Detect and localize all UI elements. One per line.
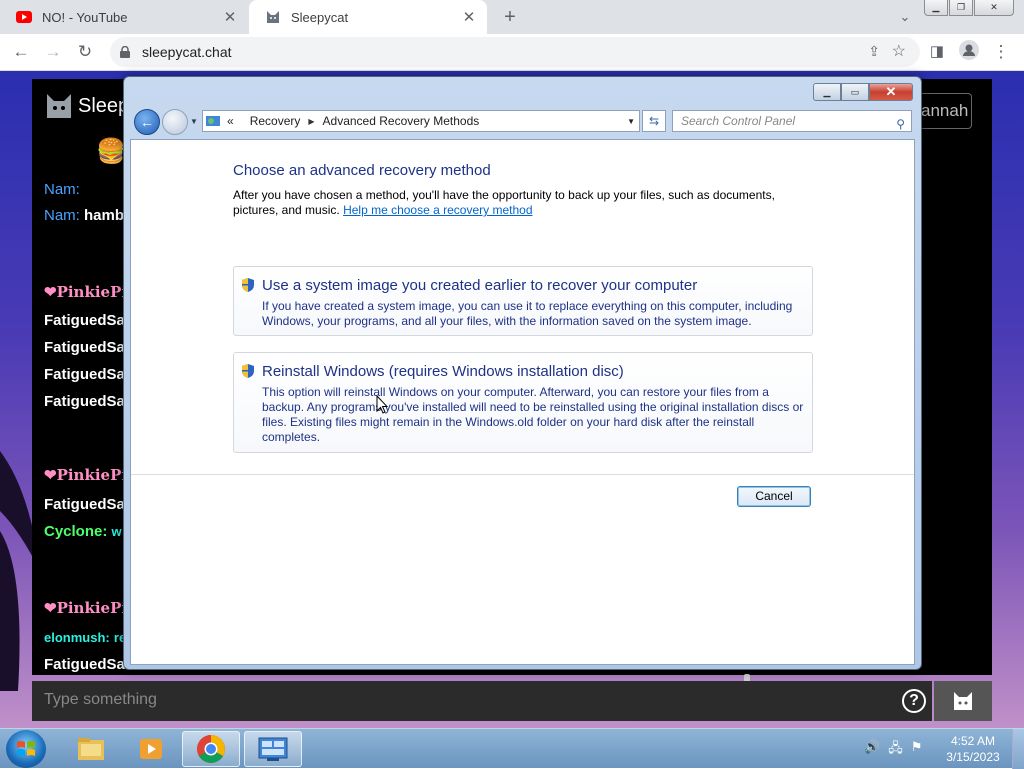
- tab-search-chevron-icon[interactable]: ⌄: [894, 6, 916, 28]
- help-icon[interactable]: ?: [902, 689, 926, 713]
- chat-message: Nam:: [44, 181, 80, 198]
- show-desktop-button[interactable]: [1012, 729, 1024, 769]
- chrome-icon: [197, 735, 225, 763]
- chat-message: FatiguedSa: [44, 312, 125, 329]
- option-description: This option will reinstall Windows on yo…: [262, 385, 804, 444]
- brand-name: Sleep: [78, 95, 130, 117]
- media-player-icon: [140, 739, 162, 759]
- sidepanel-icon[interactable]: ◨: [924, 40, 950, 64]
- lock-icon: [120, 45, 134, 59]
- system-tray: 🔊 🖧 ⚑: [864, 739, 922, 761]
- option-title: Reinstall Windows (requires Windows inst…: [262, 363, 624, 380]
- breadcrumb[interactable]: « Recovery ▶ Advanced Recovery Methods ▼: [202, 110, 640, 132]
- network-icon[interactable]: 🖧: [888, 739, 903, 761]
- chat-message: Nam: hamb: [44, 207, 125, 224]
- taskbar-chrome-button[interactable]: [182, 731, 240, 767]
- dialog-minimize-button[interactable]: ▁: [813, 83, 841, 101]
- cancel-button[interactable]: Cancel: [737, 486, 811, 507]
- hamburger-emoji-icon: 🍔: [96, 138, 126, 165]
- refresh-icon[interactable]: ⇆: [642, 110, 666, 132]
- chat-input-placeholder: Type something: [44, 691, 157, 708]
- dialog-maximize-button[interactable]: ▭: [841, 83, 869, 101]
- clock-time: 4:52 AM: [950, 734, 996, 748]
- chat-input[interactable]: Type something ?: [32, 681, 932, 721]
- close-window-button[interactable]: ✕: [974, 0, 1014, 16]
- address-dropdown-icon[interactable]: ▼: [627, 117, 635, 126]
- reload-icon[interactable]: ↻: [72, 40, 98, 64]
- chat-message: FatiguedSa: [44, 366, 125, 383]
- control-panel-icon: [205, 112, 223, 130]
- uac-shield-icon: [242, 364, 254, 378]
- clock-date: 3/15/2023: [946, 750, 1000, 764]
- control-panel-icon: [258, 737, 288, 761]
- minimize-button[interactable]: ▁: [924, 0, 948, 16]
- chat-message: FatiguedSa: [44, 393, 125, 410]
- new-tab-button[interactable]: +: [497, 4, 523, 30]
- close-tab-icon[interactable]: ✕: [218, 8, 242, 26]
- forward-arrow-icon[interactable]: [162, 109, 188, 135]
- chat-message: FatiguedSa: [44, 339, 125, 356]
- page-description: After you have chosen a method, you'll h…: [233, 188, 775, 217]
- folder-icon: [78, 738, 104, 760]
- mouse-cursor-icon: [376, 395, 388, 414]
- option-title: Use a system image you created earlier t…: [262, 277, 698, 294]
- window-controls: ▁ ❐ ✕: [924, 0, 1014, 16]
- option-system-image[interactable]: Use a system image you created earlier t…: [233, 266, 813, 336]
- taskbar-mediaplayer-button[interactable]: [122, 731, 180, 767]
- menu-kebab-icon[interactable]: ⋮: [988, 40, 1014, 64]
- start-button[interactable]: [6, 730, 46, 768]
- close-tab-icon[interactable]: ✕: [457, 8, 481, 26]
- clock[interactable]: 4:52 AM 3/15/2023: [942, 733, 1004, 765]
- action-center-flag-icon[interactable]: ⚑: [911, 739, 923, 761]
- breadcrumb-recovery[interactable]: Recovery: [250, 114, 301, 128]
- youtube-icon: [16, 9, 32, 25]
- recent-pages-dropdown-icon[interactable]: ▼: [190, 117, 198, 126]
- taskbar: 🔊 🖧 ⚑ 4:52 AM 3/15/2023: [0, 728, 1024, 769]
- chat-message: Cyclone: w: [44, 523, 122, 540]
- explorer-navbar: ← ▼ « Recovery ▶ Advanced Recovery Metho…: [132, 108, 915, 136]
- dialog-window-controls: ▁ ▭ ✕: [813, 83, 913, 101]
- profile-avatar-icon[interactable]: [956, 40, 982, 64]
- volume-icon[interactable]: 🔊: [864, 739, 880, 761]
- restore-button[interactable]: ❐: [949, 0, 973, 16]
- taskbar-explorer-button[interactable]: [62, 731, 120, 767]
- breadcrumb-overflow-icon[interactable]: «: [227, 114, 234, 128]
- cat-send-button[interactable]: [934, 681, 992, 721]
- browser-tabstrip: NO! - YouTube ✕ Sleepycat ✕ + ⌄ ▁ ❐ ✕: [0, 0, 1024, 34]
- browser-toolbar: ← → ↻ sleepycat.chat ⇪ ☆ ◨ ⋮: [0, 34, 1024, 71]
- search-input[interactable]: Search Control Panel ⚲: [672, 110, 912, 132]
- back-arrow-icon[interactable]: ←: [8, 40, 34, 64]
- dialog-close-button[interactable]: ✕: [869, 83, 913, 101]
- taskbar-control-panel-button[interactable]: [244, 731, 302, 767]
- recovery-dialog: ▁ ▭ ✕ ← ▼ « Recovery ▶ Advanced Recovery…: [123, 76, 922, 670]
- tab-youtube[interactable]: NO! - YouTube ✕: [0, 0, 248, 34]
- divider: [131, 474, 914, 475]
- chat-message: FatiguedSa: [44, 656, 125, 673]
- chat-message: elonmush: re: [44, 630, 127, 645]
- uac-shield-icon: [242, 278, 254, 292]
- bookmark-star-icon[interactable]: ☆: [892, 41, 906, 61]
- tab-sleepycat[interactable]: Sleepycat ✕: [249, 0, 487, 34]
- forward-arrow-icon[interactable]: →: [40, 40, 66, 64]
- breadcrumb-advanced[interactable]: Advanced Recovery Methods: [323, 114, 480, 128]
- windows-logo-icon: [17, 741, 35, 756]
- share-icon[interactable]: ⇪: [868, 43, 880, 60]
- breadcrumb-separator-icon[interactable]: ▶: [308, 117, 314, 126]
- help-link[interactable]: Help me choose a recovery method: [343, 203, 532, 217]
- address-bar[interactable]: sleepycat.chat ⇪ ☆: [110, 37, 920, 67]
- tab-title: Sleepycat: [291, 9, 349, 25]
- tab-title: NO! - YouTube: [42, 9, 128, 25]
- search-icon[interactable]: ⚲: [896, 114, 905, 134]
- user-button[interactable]: annah: [918, 93, 972, 129]
- sleepycat-icon: [265, 9, 281, 25]
- back-arrow-icon[interactable]: ←: [134, 109, 160, 135]
- option-reinstall-windows[interactable]: Reinstall Windows (requires Windows inst…: [233, 352, 813, 453]
- chat-message: FatiguedSa: [44, 496, 125, 513]
- cat-face-icon: [954, 692, 972, 710]
- page-title: Choose an advanced recovery method: [233, 162, 491, 179]
- dialog-content: Choose an advanced recovery method After…: [130, 139, 915, 665]
- option-description: If you have created a system image, you …: [262, 299, 793, 328]
- url-text: sleepycat.chat: [142, 44, 232, 60]
- sleepycat-logo-icon: [47, 94, 71, 118]
